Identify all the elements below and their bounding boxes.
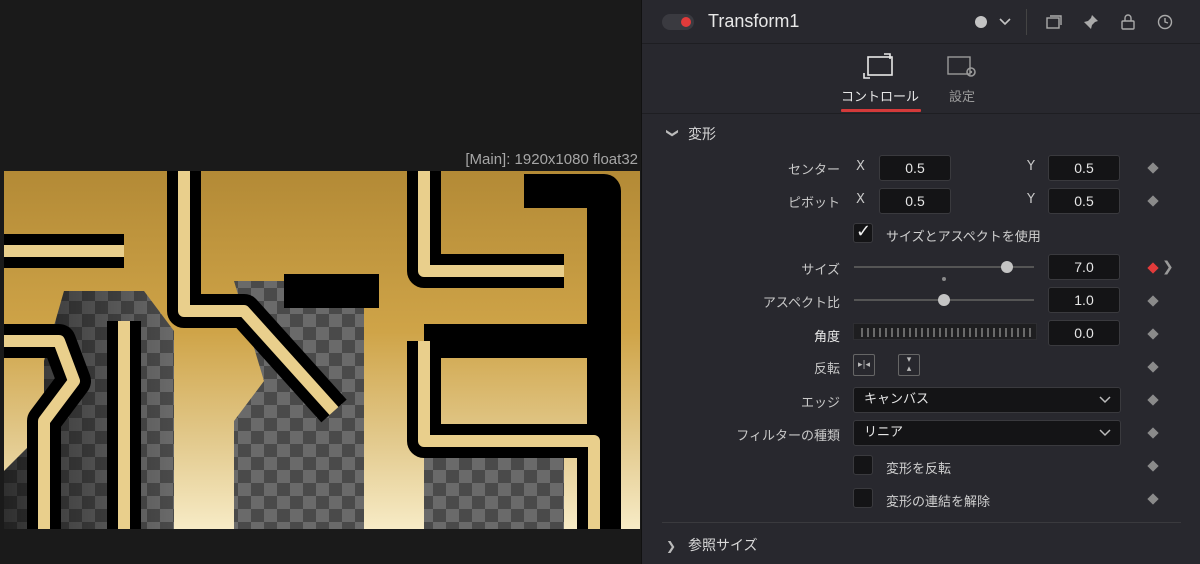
chevron-down-icon <box>1099 396 1111 404</box>
unlink-transform-checkbox[interactable] <box>853 488 873 508</box>
viewer-canvas[interactable] <box>4 171 640 529</box>
angle-label: 角度 <box>813 330 840 345</box>
size-default-marker <box>942 277 946 281</box>
filter-dropdown[interactable]: リニア <box>853 420 1121 446</box>
edge-dropdown-value: キャンバス <box>864 392 930 407</box>
center-y-axis-label: Y <box>1027 159 1035 174</box>
angle-field[interactable]: 0.0 <box>1048 320 1120 346</box>
inspector-panel: Transform1 コントロール 設定 ❯ 変形 センター X 0.5 Y 0… <box>641 0 1200 564</box>
filter-label: フィルターの種類 <box>736 429 840 444</box>
pivot-y-axis-label: Y <box>1027 192 1035 207</box>
chevron-right-icon: ❯ <box>666 539 677 553</box>
center-keyframe-icon[interactable] <box>1147 162 1159 174</box>
node-color-icon[interactable] <box>972 13 990 31</box>
tab-controls-label: コントロール <box>840 90 919 105</box>
filter-keyframe-icon[interactable] <box>1147 427 1159 439</box>
angle-dial[interactable] <box>853 323 1037 340</box>
settings-gear-icon <box>947 56 976 77</box>
flip-horizontal-icon[interactable]: ▸|◂ <box>853 354 875 376</box>
center-y-field[interactable]: 0.5 <box>1048 155 1120 181</box>
angle-dial-ticks <box>861 328 1031 337</box>
viewer-resolution-info: [Main]: 1920x1080 float32 <box>465 151 638 168</box>
section-transform-label: 変形 <box>688 127 716 143</box>
invert-keyframe-icon[interactable] <box>1147 460 1159 472</box>
aspect-field[interactable]: 1.0 <box>1048 287 1120 313</box>
transform-controls-icon <box>863 53 893 79</box>
use-size-aspect-label: サイズとアスペクトを使用 <box>886 230 1041 245</box>
unlink-keyframe-icon[interactable] <box>1147 493 1159 505</box>
pivot-label: ピボット <box>787 196 840 211</box>
aspect-slider-thumb[interactable] <box>938 294 950 306</box>
chevron-down-icon <box>1099 429 1111 437</box>
chevron-down-icon: ❯ <box>666 128 680 139</box>
versions-icon[interactable] <box>1045 13 1063 31</box>
center-label: センター <box>787 163 840 178</box>
invert-transform-label: 変形を反転 <box>886 462 952 477</box>
flip-keyframe-icon[interactable] <box>1147 361 1159 373</box>
inspector-header: Transform1 <box>642 0 1200 44</box>
inspector-tabs: コントロール 設定 <box>642 44 1200 114</box>
check-icon: ✓ <box>856 221 872 242</box>
viewer-image <box>4 171 640 529</box>
center-x-axis-label: X <box>856 159 865 174</box>
aspect-label: アスペクト比 <box>762 296 840 311</box>
header-divider <box>1026 9 1027 35</box>
reset-icon[interactable] <box>1156 13 1174 31</box>
pivot-x-field[interactable]: 0.5 <box>879 188 951 214</box>
tab-settings[interactable]: 設定 <box>940 52 984 105</box>
section-divider <box>662 522 1181 523</box>
viewer-panel: [Main]: 1920x1080 float32 <box>0 0 641 564</box>
active-tab-indicator <box>841 109 921 112</box>
next-keyframe-icon[interactable]: ❯ <box>1162 259 1174 275</box>
tab-controls[interactable]: コントロール <box>838 52 922 105</box>
size-field[interactable]: 7.0 <box>1048 254 1120 280</box>
use-size-aspect-checkbox[interactable]: ✓ <box>853 221 873 243</box>
size-keyframe-icon[interactable] <box>1147 262 1159 274</box>
lock-icon[interactable] <box>1119 13 1137 31</box>
center-x-field[interactable]: 0.5 <box>879 155 951 181</box>
invert-transform-checkbox[interactable] <box>853 455 873 475</box>
filter-dropdown-value: リニア <box>864 425 904 440</box>
node-enable-toggle[interactable] <box>662 14 694 30</box>
unlink-transform-label: 変形の連結を解除 <box>886 495 991 510</box>
size-slider-thumb[interactable] <box>1001 261 1013 273</box>
section-reference-size-header[interactable]: ❯ 参照サイズ <box>666 535 758 555</box>
size-label: サイズ <box>801 263 840 278</box>
node-title: Transform1 <box>708 11 800 31</box>
pin-icon[interactable] <box>1082 13 1100 31</box>
angle-keyframe-icon[interactable] <box>1147 328 1159 340</box>
flip-label: 反転 <box>813 362 840 377</box>
section-reference-size-label: 参照サイズ <box>688 538 758 554</box>
pivot-y-field[interactable]: 0.5 <box>1048 188 1120 214</box>
edge-keyframe-icon[interactable] <box>1147 394 1159 406</box>
chevron-down-icon[interactable] <box>996 13 1014 31</box>
node-enabled-indicator <box>681 17 691 27</box>
pivot-keyframe-icon[interactable] <box>1147 195 1159 207</box>
edge-dropdown[interactable]: キャンバス <box>853 387 1121 413</box>
tab-settings-label: 設定 <box>948 90 975 105</box>
flip-vertical-icon[interactable]: ▾ ▴ <box>898 354 920 376</box>
aspect-keyframe-icon[interactable] <box>1147 295 1159 307</box>
edge-label: エッジ <box>800 396 840 411</box>
section-transform-header[interactable]: ❯ 変形 <box>666 124 716 144</box>
pivot-x-axis-label: X <box>856 192 865 207</box>
